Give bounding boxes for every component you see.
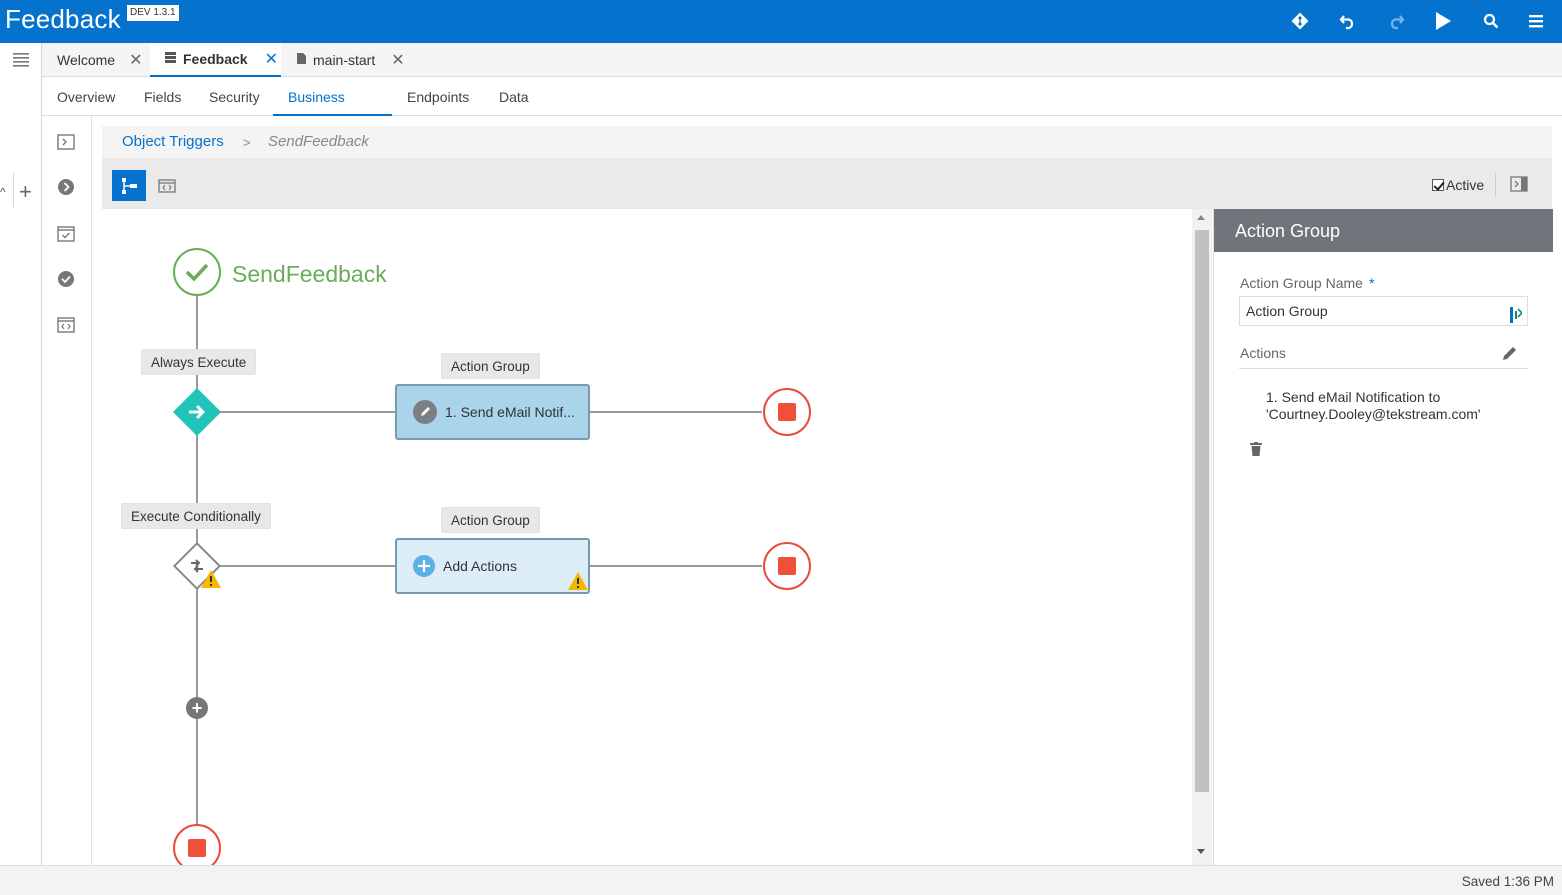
palette-rail [42, 116, 92, 865]
add-branch-button[interactable]: + [186, 697, 208, 719]
action-group-label-2: Action Group [441, 507, 540, 533]
field-label-text: Action Group Name [1240, 275, 1363, 291]
trigger-name: SendFeedback [232, 261, 387, 287]
trash-icon[interactable] [1250, 442, 1262, 461]
git-icon[interactable] [1285, 6, 1315, 36]
flow-diagram-icon [122, 177, 137, 194]
end-node[interactable] [763, 542, 811, 590]
tab-label: Feedback [183, 51, 248, 67]
subnav-fields[interactable]: Fields [144, 77, 181, 116]
final-end-node[interactable] [173, 824, 221, 865]
edit-pencil-icon[interactable] [1501, 344, 1519, 367]
app-title: Feedback [5, 4, 121, 34]
navigator-toggle-icon[interactable] [12, 51, 30, 72]
active-checkbox[interactable]: Active [1432, 177, 1484, 193]
tab-welcome[interactable]: Welcome ✕ [42, 43, 150, 77]
file-icon [297, 53, 306, 67]
tab-label: Welcome [57, 52, 116, 68]
close-icon[interactable]: ✕ [129, 50, 142, 70]
trigger-icon[interactable] [56, 132, 76, 152]
status-bar: Saved 1:36 PM [0, 865, 1562, 895]
tab-feedback[interactable]: Feedback ✕ [150, 43, 281, 77]
breadcrumb-separator: > [243, 135, 251, 150]
properties-panel: Action Group Action Group Name * Action G… [1213, 209, 1562, 865]
app-header: Feedback DEV 1.3.1 [0, 0, 1562, 43]
subnav-overview[interactable]: Overview [57, 77, 115, 116]
toolbar-divider [1495, 173, 1496, 197]
action-list-item[interactable]: 1. Send eMail Notification to 'Courtney.… [1266, 389, 1526, 423]
add-circle-icon[interactable] [413, 555, 435, 577]
action-summary: 1. Send eMail Notif... [445, 404, 575, 420]
panel-title: Action Group [1214, 209, 1553, 252]
sub-nav: Overview Fields Security Business Rules … [42, 77, 1562, 145]
edit-circle-icon[interactable] [413, 400, 437, 424]
calendar-check-icon[interactable] [56, 223, 76, 243]
toggle-panel-icon[interactable] [1510, 176, 1528, 197]
close-icon[interactable]: ✕ [391, 50, 404, 70]
end-node[interactable] [763, 388, 811, 436]
tab-label: main-start [313, 52, 376, 68]
undo-icon[interactable] [1333, 6, 1363, 36]
action-group-name-input[interactable]: Action Group [1239, 296, 1528, 326]
required-marker: * [1368, 275, 1375, 291]
breadcrumb: Object Triggers > SendFeedback [102, 126, 1552, 158]
stop-icon [778, 403, 796, 421]
breadcrumb-object-triggers[interactable]: Object Triggers [122, 133, 224, 150]
subnav-business-rules[interactable]: Business Rules [273, 77, 392, 145]
tab-bar: Welcome ✕ Feedback ✕ main-start ✕ [42, 43, 1562, 77]
subnav-data[interactable]: Data [499, 77, 529, 116]
always-execute-label: Always Execute [141, 349, 257, 375]
collapse-caret-icon[interactable]: ^ [0, 185, 6, 199]
stop-icon [188, 839, 206, 857]
input-value: Action Group [1246, 303, 1328, 319]
action-group-label: Action Group [441, 353, 540, 379]
flow-canvas[interactable]: SendFeedback Always Execute Action Group… [102, 209, 1192, 865]
stop-icon [778, 557, 796, 575]
warning-icon [567, 571, 589, 596]
action-group-name-label: Action Group Name * [1240, 275, 1374, 291]
actions-label: Actions [1240, 345, 1286, 361]
arrow-right-icon [185, 400, 209, 424]
save-status: Saved 1:36 PM [1461, 874, 1554, 889]
add-actions-label: Add Actions [443, 558, 517, 574]
database-icon [165, 52, 176, 66]
action-group-box[interactable]: 1. Send eMail Notif... [395, 384, 590, 440]
search-icon[interactable] [1476, 6, 1506, 36]
designer-toolbar: Active [102, 158, 1552, 209]
run-circle-icon[interactable] [56, 177, 76, 197]
flow-view-button[interactable] [112, 170, 146, 201]
canvas-scrollbar[interactable] [1192, 209, 1212, 865]
menu-icon[interactable] [1521, 6, 1551, 36]
checkbox-box[interactable] [1432, 179, 1444, 191]
scroll-thumb[interactable] [1195, 230, 1209, 792]
check-circle-icon[interactable] [56, 269, 76, 289]
add-actions-box[interactable]: Add Actions [395, 538, 590, 594]
left-rail: ^ + [0, 43, 42, 865]
translate-icon[interactable] [1510, 304, 1524, 332]
scroll-up-arrow-icon[interactable] [1197, 215, 1205, 220]
execute-conditionally-label: Execute Conditionally [121, 503, 271, 529]
version-badge: DEV 1.3.1 [127, 5, 179, 21]
check-icon [185, 263, 209, 282]
code-icon [158, 178, 176, 193]
actions-divider [1239, 368, 1528, 369]
start-node[interactable] [173, 248, 221, 296]
redo-icon[interactable] [1381, 6, 1411, 36]
code-window-icon[interactable] [56, 315, 76, 335]
tab-main-start[interactable]: main-start ✕ [297, 43, 417, 77]
active-label: Active [1446, 177, 1485, 193]
breadcrumb-current: SendFeedback [268, 133, 369, 150]
add-icon[interactable]: + [19, 181, 32, 203]
subnav-endpoints[interactable]: Endpoints [407, 77, 469, 116]
close-icon[interactable]: ✕ [265, 49, 278, 69]
code-view-button[interactable] [150, 170, 184, 201]
subnav-security[interactable]: Security [209, 77, 260, 116]
scroll-down-arrow-icon[interactable] [1197, 849, 1205, 854]
run-icon[interactable] [1428, 6, 1458, 36]
warning-icon [200, 569, 222, 594]
